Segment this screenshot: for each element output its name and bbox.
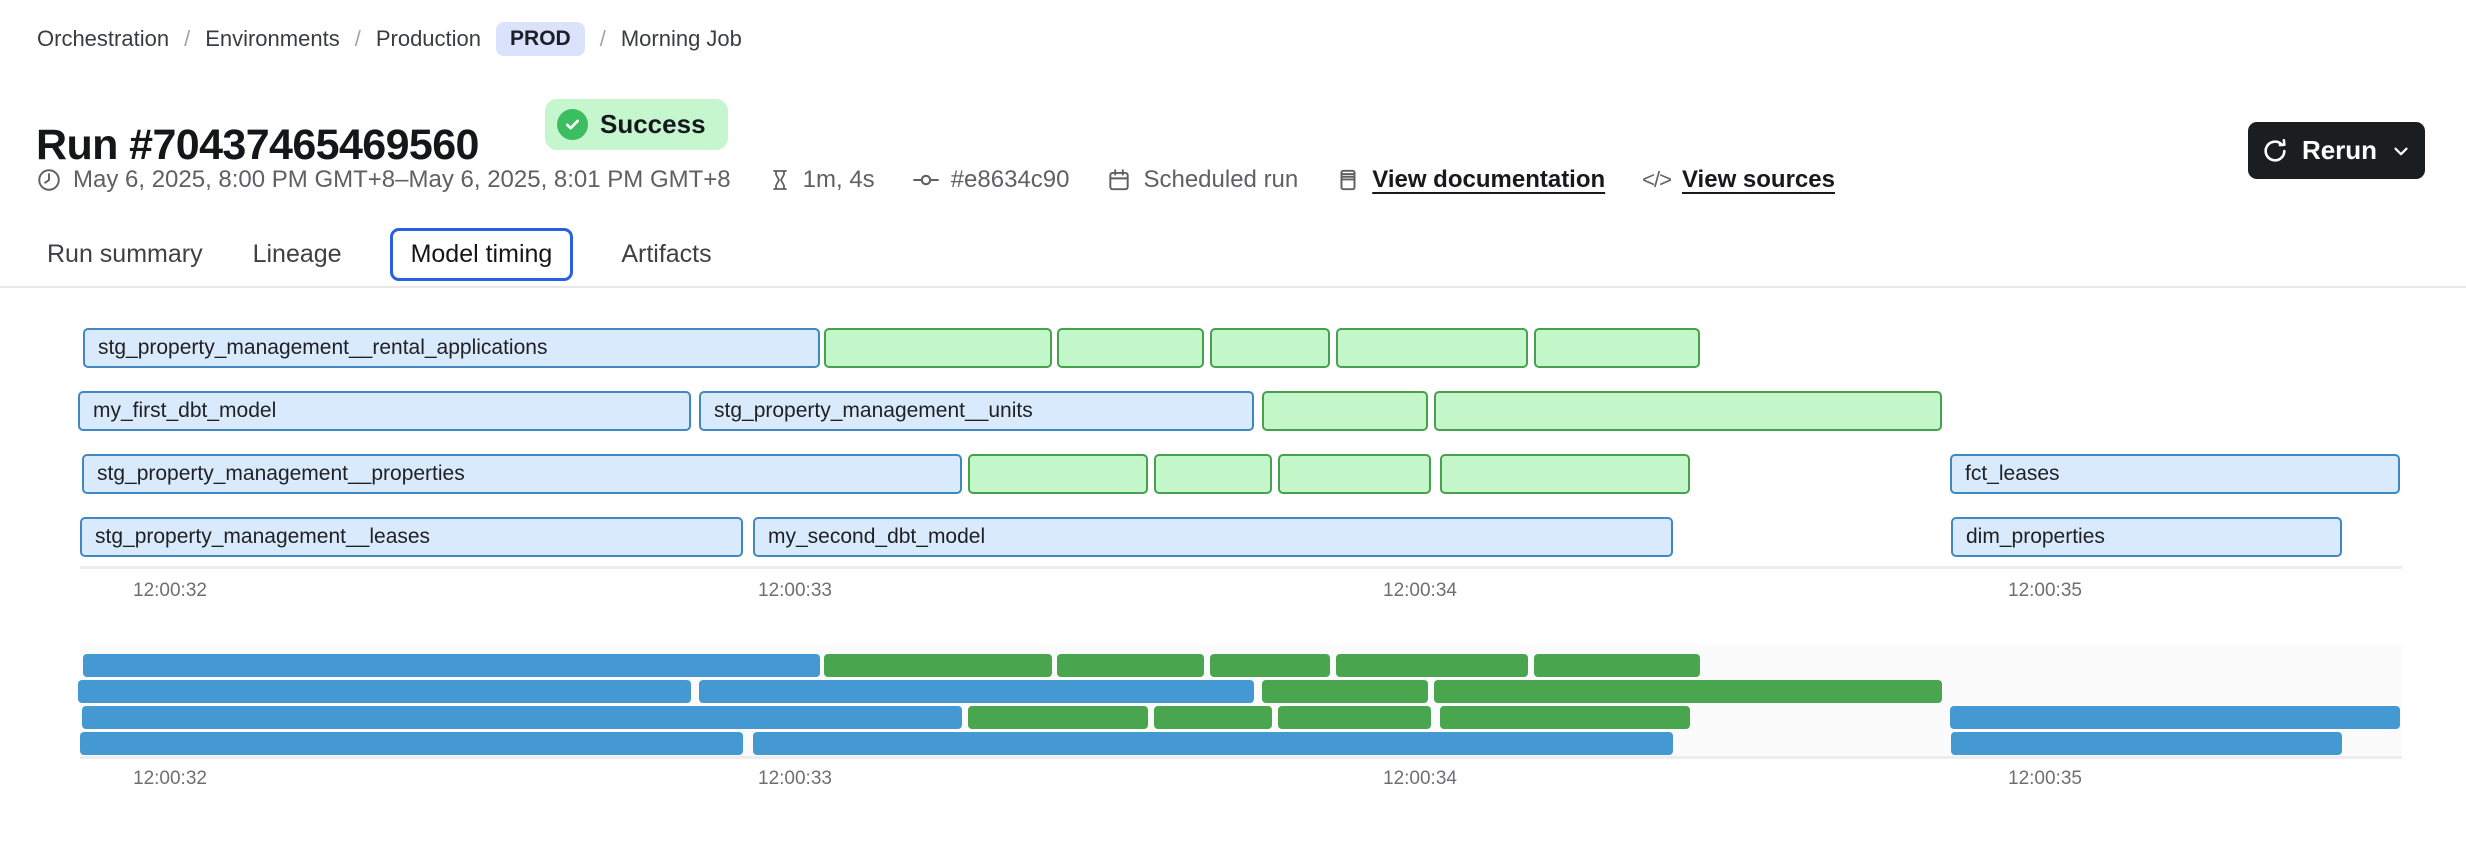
meta-trigger-text: Scheduled run bbox=[1143, 166, 1298, 194]
page-title: Run #70437465469560 bbox=[36, 121, 479, 170]
gantt-bar[interactable] bbox=[968, 454, 1148, 494]
breadcrumb-separator: / bbox=[600, 26, 606, 52]
tab-artifacts[interactable]: Artifacts bbox=[619, 230, 713, 279]
gantt-bar[interactable] bbox=[1336, 328, 1528, 368]
tab-lineage[interactable]: Lineage bbox=[251, 230, 344, 279]
minimap-tick-label: 12:00:35 bbox=[2008, 768, 2082, 790]
code-icon: </> bbox=[1642, 167, 1671, 193]
minimap-bar[interactable] bbox=[80, 732, 743, 755]
minimap-bar[interactable] bbox=[753, 732, 1673, 755]
gantt-bar[interactable]: stg_property_management__properties bbox=[82, 454, 962, 494]
breadcrumb-separator: / bbox=[355, 26, 361, 52]
meta-schedule: May 6, 2025, 8:00 PM GMT+8–May 6, 2025, … bbox=[36, 166, 731, 194]
meta-trigger: Scheduled run bbox=[1106, 166, 1298, 194]
minimap-bar[interactable] bbox=[1057, 654, 1204, 677]
tab-run-summary[interactable]: Run summary bbox=[45, 230, 205, 279]
minimap-bar[interactable] bbox=[83, 654, 820, 677]
hourglass-icon bbox=[768, 168, 792, 192]
gantt-tick-label: 12:00:33 bbox=[758, 580, 832, 602]
minimap-bar[interactable] bbox=[1434, 680, 1942, 703]
gantt-bar[interactable] bbox=[1534, 328, 1700, 368]
minimap-bar[interactable] bbox=[1950, 706, 2400, 729]
gantt-bar[interactable] bbox=[1434, 391, 1942, 431]
minimap-axis-line bbox=[80, 756, 2402, 759]
gantt-bar-label: my_first_dbt_model bbox=[80, 393, 689, 428]
gantt-tick-label: 12:00:35 bbox=[2008, 580, 2082, 602]
minimap-bar[interactable] bbox=[1336, 654, 1528, 677]
meta-duration-text: 1m, 4s bbox=[803, 166, 875, 194]
gantt-bar[interactable]: stg_property_management__units bbox=[699, 391, 1254, 431]
rerun-button-label: Rerun bbox=[2302, 135, 2377, 166]
gantt-bar-label: stg_property_management__properties bbox=[84, 456, 960, 491]
gantt-bar[interactable]: dim_properties bbox=[1951, 517, 2342, 557]
gantt-bar[interactable]: my_first_dbt_model bbox=[78, 391, 691, 431]
view-documentation-link[interactable]: View documentation bbox=[1372, 166, 1605, 194]
clock-icon bbox=[36, 167, 62, 193]
gantt-bar[interactable] bbox=[1154, 454, 1272, 494]
gantt-bar[interactable] bbox=[1210, 328, 1330, 368]
meta-duration: 1m, 4s bbox=[768, 166, 875, 194]
minimap-bar[interactable] bbox=[968, 706, 1148, 729]
minimap-bar[interactable] bbox=[824, 654, 1052, 677]
meta-docs: View documentation bbox=[1335, 166, 1605, 194]
minimap-bar[interactable] bbox=[1154, 706, 1272, 729]
gantt-bar-label: stg_property_management__leases bbox=[82, 519, 741, 554]
gantt-bar-label: stg_property_management__rental_applicat… bbox=[85, 330, 818, 365]
check-icon bbox=[557, 109, 588, 140]
calendar-icon bbox=[1106, 167, 1132, 193]
tab-model-timing[interactable]: Model timing bbox=[390, 228, 574, 281]
breadcrumb-production[interactable]: Production bbox=[376, 26, 481, 52]
breadcrumb: Orchestration / Environments / Productio… bbox=[37, 22, 742, 56]
gantt-axis-line bbox=[80, 566, 2402, 569]
gantt-bar[interactable]: stg_property_management__leases bbox=[80, 517, 743, 557]
document-icon bbox=[1335, 167, 1361, 193]
meta-commit-text: #e8634c90 bbox=[951, 166, 1070, 194]
minimap-bar[interactable] bbox=[1210, 654, 1330, 677]
gantt-tick-label: 12:00:32 bbox=[133, 580, 207, 602]
gantt-bar[interactable] bbox=[1057, 328, 1204, 368]
minimap-bar[interactable] bbox=[1262, 680, 1428, 703]
status-badge-label: Success bbox=[600, 109, 706, 140]
gantt-bar-label: my_second_dbt_model bbox=[755, 519, 1671, 554]
gantt-bar-label: dim_properties bbox=[1953, 519, 2340, 554]
minimap-tick-label: 12:00:33 bbox=[758, 768, 832, 790]
gantt-bar[interactable]: fct_leases bbox=[1950, 454, 2400, 494]
gantt-bar-label: stg_property_management__units bbox=[701, 393, 1252, 428]
commit-icon bbox=[912, 166, 940, 194]
minimap-tick-label: 12:00:34 bbox=[1383, 768, 1457, 790]
minimap-bar[interactable] bbox=[1278, 706, 1431, 729]
run-metadata: May 6, 2025, 8:00 PM GMT+8–May 6, 2025, … bbox=[36, 166, 1835, 194]
minimap-bar[interactable] bbox=[1440, 706, 1690, 729]
chevron-down-icon bbox=[2390, 140, 2412, 162]
breadcrumb-separator: / bbox=[184, 26, 190, 52]
breadcrumb-environments[interactable]: Environments bbox=[205, 26, 340, 52]
refresh-icon bbox=[2261, 137, 2289, 165]
breadcrumb-job[interactable]: Morning Job bbox=[621, 26, 742, 52]
gantt-bar[interactable]: my_second_dbt_model bbox=[753, 517, 1673, 557]
gantt-bar[interactable] bbox=[1278, 454, 1431, 494]
gantt-bar[interactable]: stg_property_management__rental_applicat… bbox=[83, 328, 820, 368]
gantt-bar[interactable] bbox=[1440, 454, 1690, 494]
minimap-bar[interactable] bbox=[82, 706, 962, 729]
minimap-bar[interactable] bbox=[1534, 654, 1700, 677]
meta-commit: #e8634c90 bbox=[912, 166, 1070, 194]
gantt-bar-label: fct_leases bbox=[1952, 456, 2398, 491]
environment-badge: PROD bbox=[496, 22, 585, 56]
status-badge: Success bbox=[545, 99, 728, 150]
minimap-bar[interactable] bbox=[699, 680, 1254, 703]
minimap-bar[interactable] bbox=[1951, 732, 2342, 755]
meta-schedule-text: May 6, 2025, 8:00 PM GMT+8–May 6, 2025, … bbox=[73, 166, 731, 194]
minimap-bar[interactable] bbox=[78, 680, 691, 703]
gantt-bar[interactable] bbox=[824, 328, 1052, 368]
minimap-tick-label: 12:00:32 bbox=[133, 768, 207, 790]
breadcrumb-orchestration[interactable]: Orchestration bbox=[37, 26, 169, 52]
tab-bar: Run summary Lineage Model timing Artifac… bbox=[0, 222, 2466, 288]
meta-sources: </> View sources bbox=[1642, 166, 1835, 194]
rerun-button[interactable]: Rerun bbox=[2248, 122, 2425, 179]
gantt-tick-label: 12:00:34 bbox=[1383, 580, 1457, 602]
gantt-bar[interactable] bbox=[1262, 391, 1428, 431]
view-sources-link[interactable]: View sources bbox=[1682, 166, 1835, 194]
